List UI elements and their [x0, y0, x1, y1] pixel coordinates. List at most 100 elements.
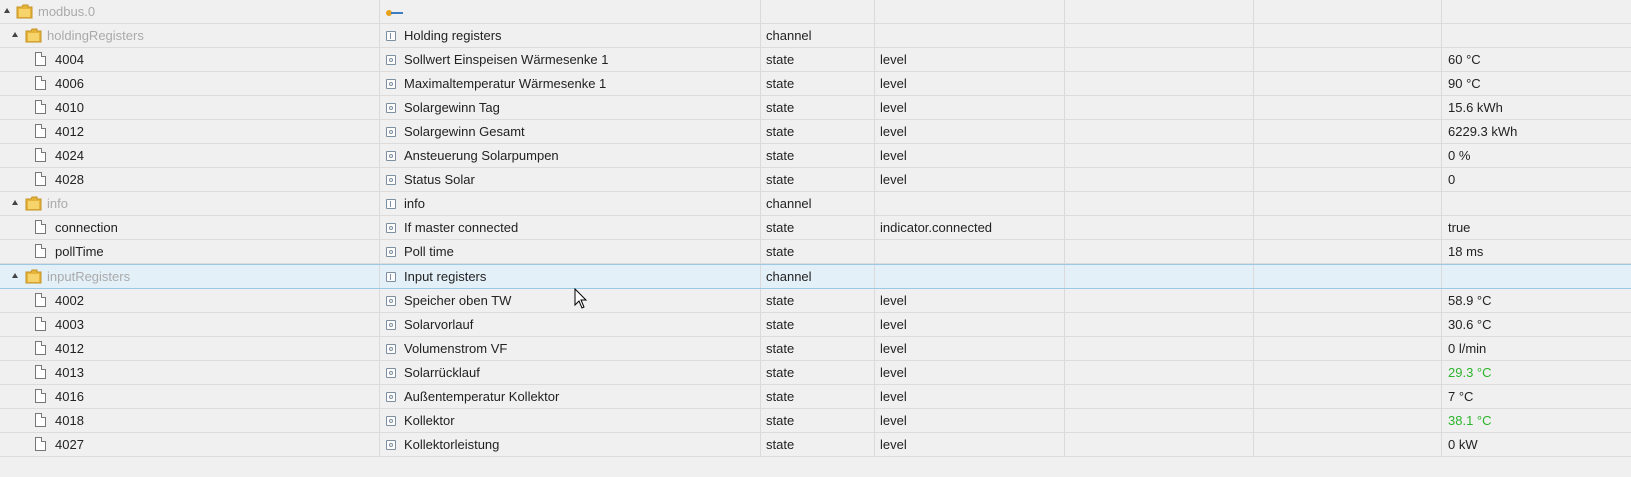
- tree-row-state[interactable]: 4012 Solargewinn Gesamt state level 6229.3 k…: [0, 120, 1631, 144]
- value-cell[interactable]: 58.9 °C: [1441, 289, 1631, 312]
- title-cell: Solarrücklauf: [379, 361, 760, 384]
- type-cell: state: [760, 433, 874, 456]
- tree-row-channel-info[interactable]: info info channel: [0, 192, 1631, 216]
- state-title: Poll time: [404, 244, 454, 259]
- state-icon: [386, 320, 396, 330]
- state-icon: [386, 103, 396, 113]
- tree-row-state[interactable]: connection If master connected state indica…: [0, 216, 1631, 240]
- type-cell: state: [760, 72, 874, 95]
- value-cell[interactable]: 7 °C: [1441, 385, 1631, 408]
- tree-row-state[interactable]: 4006 Maximaltemperatur Wärmesenke 1 state l…: [0, 72, 1631, 96]
- name-cell: modbus.0: [0, 0, 379, 23]
- tree-row-state[interactable]: 4003 Solarvorlauf state level 30.6 °C: [0, 313, 1631, 337]
- state-title: Außentemperatur Kollektor: [404, 389, 560, 404]
- type-cell: channel: [760, 24, 874, 47]
- tree-row-state[interactable]: 4028 Status Solar state level 0: [0, 168, 1631, 192]
- type-cell: state: [760, 144, 874, 167]
- state-name: 4013: [55, 365, 84, 380]
- role-cell: [874, 265, 1064, 288]
- state-name: connection: [55, 220, 118, 235]
- tree-row-state[interactable]: 4012 Volumenstrom VF state level 0 l/min: [0, 337, 1631, 361]
- title-cell: Status Solar: [379, 168, 760, 191]
- value-cell[interactable]: 6229.3 kWh: [1441, 120, 1631, 143]
- state-icon: [386, 247, 396, 257]
- type-cell: state: [760, 337, 874, 360]
- name-cell: 4002: [0, 289, 379, 312]
- folder-icon: [16, 4, 33, 19]
- state-title: Ansteuerung Solarpumpen: [404, 148, 559, 163]
- title-cell: Kollektorleistung: [379, 433, 760, 456]
- role-cell: level: [874, 144, 1064, 167]
- state-title: If master connected: [404, 220, 519, 235]
- value-cell[interactable]: 0 kW: [1441, 433, 1631, 456]
- title-cell: Maximaltemperatur Wärmesenke 1: [379, 72, 760, 95]
- type-cell: channel: [760, 192, 874, 215]
- title-cell: Speicher oben TW: [379, 289, 760, 312]
- value-cell[interactable]: true: [1441, 216, 1631, 239]
- value-cell[interactable]: 90 °C: [1441, 72, 1631, 95]
- value-cell[interactable]: 18 ms: [1441, 240, 1631, 263]
- state-name: 4024: [55, 148, 84, 163]
- collapse-toggle-icon[interactable]: [12, 200, 18, 205]
- folder-icon: [25, 269, 42, 284]
- type-cell: state: [760, 240, 874, 263]
- tree-row-state[interactable]: 4010 Solargewinn Tag state level 15.6 kWh: [0, 96, 1631, 120]
- name-cell: 4006: [0, 72, 379, 95]
- name-cell: holdingRegisters: [0, 24, 379, 47]
- type-cell: state: [760, 216, 874, 239]
- role-cell: indicator.connected: [874, 216, 1064, 239]
- state-icon: [386, 223, 396, 233]
- collapse-toggle-icon[interactable]: [12, 32, 18, 37]
- value-cell[interactable]: 15.6 kWh: [1441, 96, 1631, 119]
- file-icon: [35, 341, 46, 355]
- title-cell: Holding registers: [379, 24, 760, 47]
- object-tree: modbus.0 holdingRegisters Holding registe…: [0, 0, 1631, 457]
- file-icon: [35, 220, 46, 234]
- state-name: 4003: [55, 317, 84, 332]
- tree-row-channel-holdingRegisters[interactable]: holdingRegisters Holding registers channel: [0, 24, 1631, 48]
- tree-row-state[interactable]: 4027 Kollektorleistung state level 0 kW: [0, 433, 1631, 457]
- tree-row-state[interactable]: 4002 Speicher oben TW state level 58.9 °C: [0, 289, 1631, 313]
- name-cell: 4016: [0, 385, 379, 408]
- value-cell[interactable]: 0: [1441, 168, 1631, 191]
- tree-row-state[interactable]: 4018 Kollektor state level 38.1 °C: [0, 409, 1631, 433]
- name-cell: 4018: [0, 409, 379, 432]
- file-icon: [35, 76, 46, 90]
- name-cell: 4027: [0, 433, 379, 456]
- collapse-toggle-icon[interactable]: [12, 273, 18, 278]
- type-cell: state: [760, 96, 874, 119]
- tree-row-state[interactable]: 4013 Solarrücklauf state level 29.3 °C: [0, 361, 1631, 385]
- state-name: 4018: [55, 413, 84, 428]
- value-cell[interactable]: 29.3 °C: [1441, 361, 1631, 384]
- state-icon: [386, 416, 396, 426]
- value-cell[interactable]: 38.1 °C: [1441, 409, 1631, 432]
- file-icon: [35, 148, 46, 162]
- channel-title: info: [404, 196, 425, 211]
- state-name: 4012: [55, 341, 84, 356]
- tree-row-state[interactable]: 4024 Ansteuerung Solarpumpen state level 0 %: [0, 144, 1631, 168]
- state-icon: [386, 296, 396, 306]
- name-cell: 4024: [0, 144, 379, 167]
- state-title: Solarvorlauf: [404, 317, 474, 332]
- tree-row-state[interactable]: 4016 Außentemperatur Kollektor state level 7…: [0, 385, 1631, 409]
- tree-row-state[interactable]: 4004 Sollwert Einspeisen Wärmesenke 1 stat…: [0, 48, 1631, 72]
- type-cell: state: [760, 289, 874, 312]
- value-cell: [1441, 265, 1631, 288]
- value-cell[interactable]: 0 %: [1441, 144, 1631, 167]
- type-cell: state: [760, 361, 874, 384]
- tree-row-root[interactable]: modbus.0: [0, 0, 1631, 24]
- state-title: Sollwert Einspeisen Wärmesenke 1: [404, 52, 609, 67]
- channel-name: holdingRegisters: [47, 28, 144, 43]
- role-cell: [874, 240, 1064, 263]
- title-cell: Solarvorlauf: [379, 313, 760, 336]
- value-cell[interactable]: 0 l/min: [1441, 337, 1631, 360]
- role-cell: level: [874, 361, 1064, 384]
- value-cell[interactable]: 60 °C: [1441, 48, 1631, 71]
- title-cell: Sollwert Einspeisen Wärmesenke 1: [379, 48, 760, 71]
- role-cell: level: [874, 289, 1064, 312]
- type-cell: state: [760, 409, 874, 432]
- tree-row-channel-inputRegisters[interactable]: inputRegisters Input registers channel: [0, 264, 1631, 289]
- value-cell[interactable]: 30.6 °C: [1441, 313, 1631, 336]
- tree-row-state[interactable]: pollTime Poll time state 18 ms: [0, 240, 1631, 264]
- collapse-toggle-icon[interactable]: [4, 8, 10, 13]
